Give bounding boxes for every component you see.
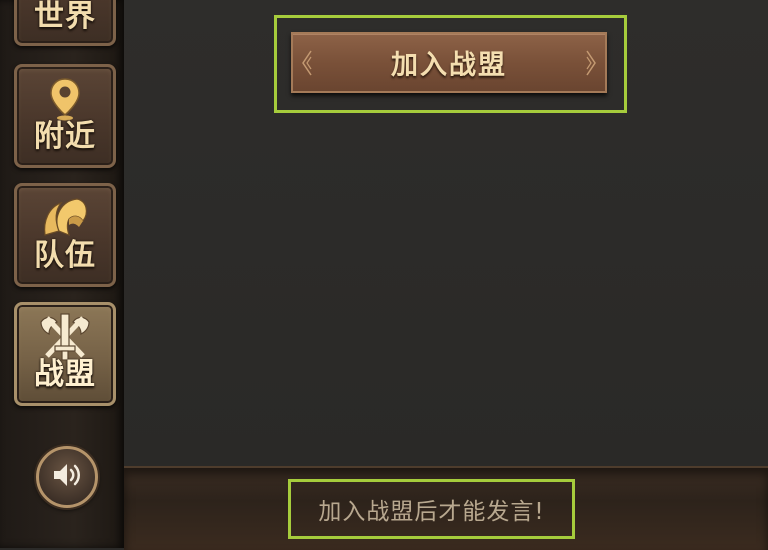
tab-team[interactable]: 队伍 bbox=[14, 183, 116, 287]
tab-world[interactable]: 世界 bbox=[14, 0, 116, 46]
tab-world-label: 世界 bbox=[34, 0, 96, 34]
channel-sidebar: 世界 附近 队伍 战盟 bbox=[0, 0, 127, 548]
speaker-icon bbox=[51, 461, 83, 493]
tab-alliance[interactable]: 战盟 bbox=[14, 302, 116, 406]
ornament-left-icon bbox=[302, 50, 312, 76]
join-alliance-button[interactable]: 加入战盟 bbox=[291, 32, 607, 93]
sound-toggle-button[interactable] bbox=[36, 446, 98, 508]
tab-team-label: 队伍 bbox=[34, 238, 96, 273]
chat-hint-highlight: 加入战盟后才能发言! bbox=[288, 479, 575, 539]
chat-disabled-hint: 加入战盟后才能发言! bbox=[318, 499, 545, 525]
join-alliance-button-label: 加入战盟 bbox=[391, 50, 507, 81]
tab-alliance-label: 战盟 bbox=[34, 357, 96, 392]
tab-nearby[interactable]: 附近 bbox=[14, 64, 116, 168]
tab-nearby-label: 附近 bbox=[34, 119, 96, 154]
ornament-right-icon bbox=[586, 50, 596, 76]
